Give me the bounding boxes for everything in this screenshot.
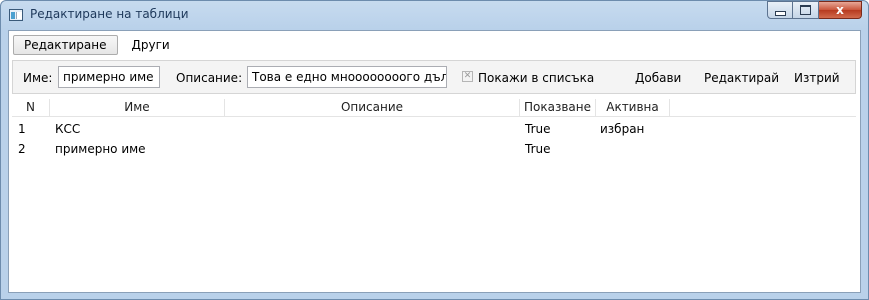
edit-button[interactable]: Редактирай <box>704 71 779 85</box>
window-controls: x <box>767 1 862 20</box>
close-icon: x <box>836 3 844 17</box>
column-header-shown[interactable]: Показване <box>520 99 596 116</box>
maximize-button[interactable] <box>793 1 819 19</box>
minimize-button[interactable] <box>767 1 793 19</box>
description-input[interactable]: Това е едно мноооооооого дълго о <box>247 66 447 88</box>
cell-name: примерно име <box>55 142 146 156</box>
column-header-description[interactable]: Описание <box>225 99 520 116</box>
tab-other[interactable]: Други <box>122 35 180 55</box>
cell-name: КСС <box>55 122 81 136</box>
show-in-list-checkbox[interactable]: ✕ <box>462 71 473 82</box>
window-title: Редактиране на таблици <box>30 7 189 21</box>
title-bar[interactable]: Редактиране на таблици x <box>1 1 868 29</box>
app-icon <box>9 9 23 21</box>
column-header-name[interactable]: Име <box>50 99 225 116</box>
cell-n: 2 <box>18 142 26 156</box>
table-row[interactable]: 1 КСС True избран <box>12 119 856 139</box>
grid-header: N Име Описание Показване Активна <box>12 99 856 117</box>
description-label: Описание: <box>176 71 243 85</box>
client-area: Редактиране Други Име: примерно име Опис… <box>8 30 861 293</box>
show-in-list-label[interactable]: Покажи в списъка <box>478 71 594 85</box>
column-header-active[interactable]: Активна <box>596 99 670 116</box>
table-row[interactable]: 2 примерно име True <box>12 139 856 159</box>
minimize-icon <box>774 10 786 16</box>
edit-toolbar: Име: примерно име Описание: Това е едно … <box>12 60 856 94</box>
cell-shown: True <box>525 122 551 136</box>
delete-button[interactable]: Изтрий <box>794 71 840 85</box>
maximize-icon <box>800 5 811 15</box>
cell-active: избран <box>600 122 645 136</box>
name-label: Име: <box>23 71 53 85</box>
close-button[interactable]: x <box>819 1 862 19</box>
cell-n: 1 <box>18 122 26 136</box>
add-button[interactable]: Добави <box>635 71 681 85</box>
tab-bar: Редактиране Други <box>13 35 184 57</box>
column-header-n[interactable]: N <box>12 99 50 116</box>
tab-editing[interactable]: Редактиране <box>13 35 118 55</box>
main-window: Редактиране на таблици x Редактиране Дру… <box>0 0 869 300</box>
name-input[interactable]: примерно име <box>58 66 160 88</box>
cell-shown: True <box>525 142 551 156</box>
